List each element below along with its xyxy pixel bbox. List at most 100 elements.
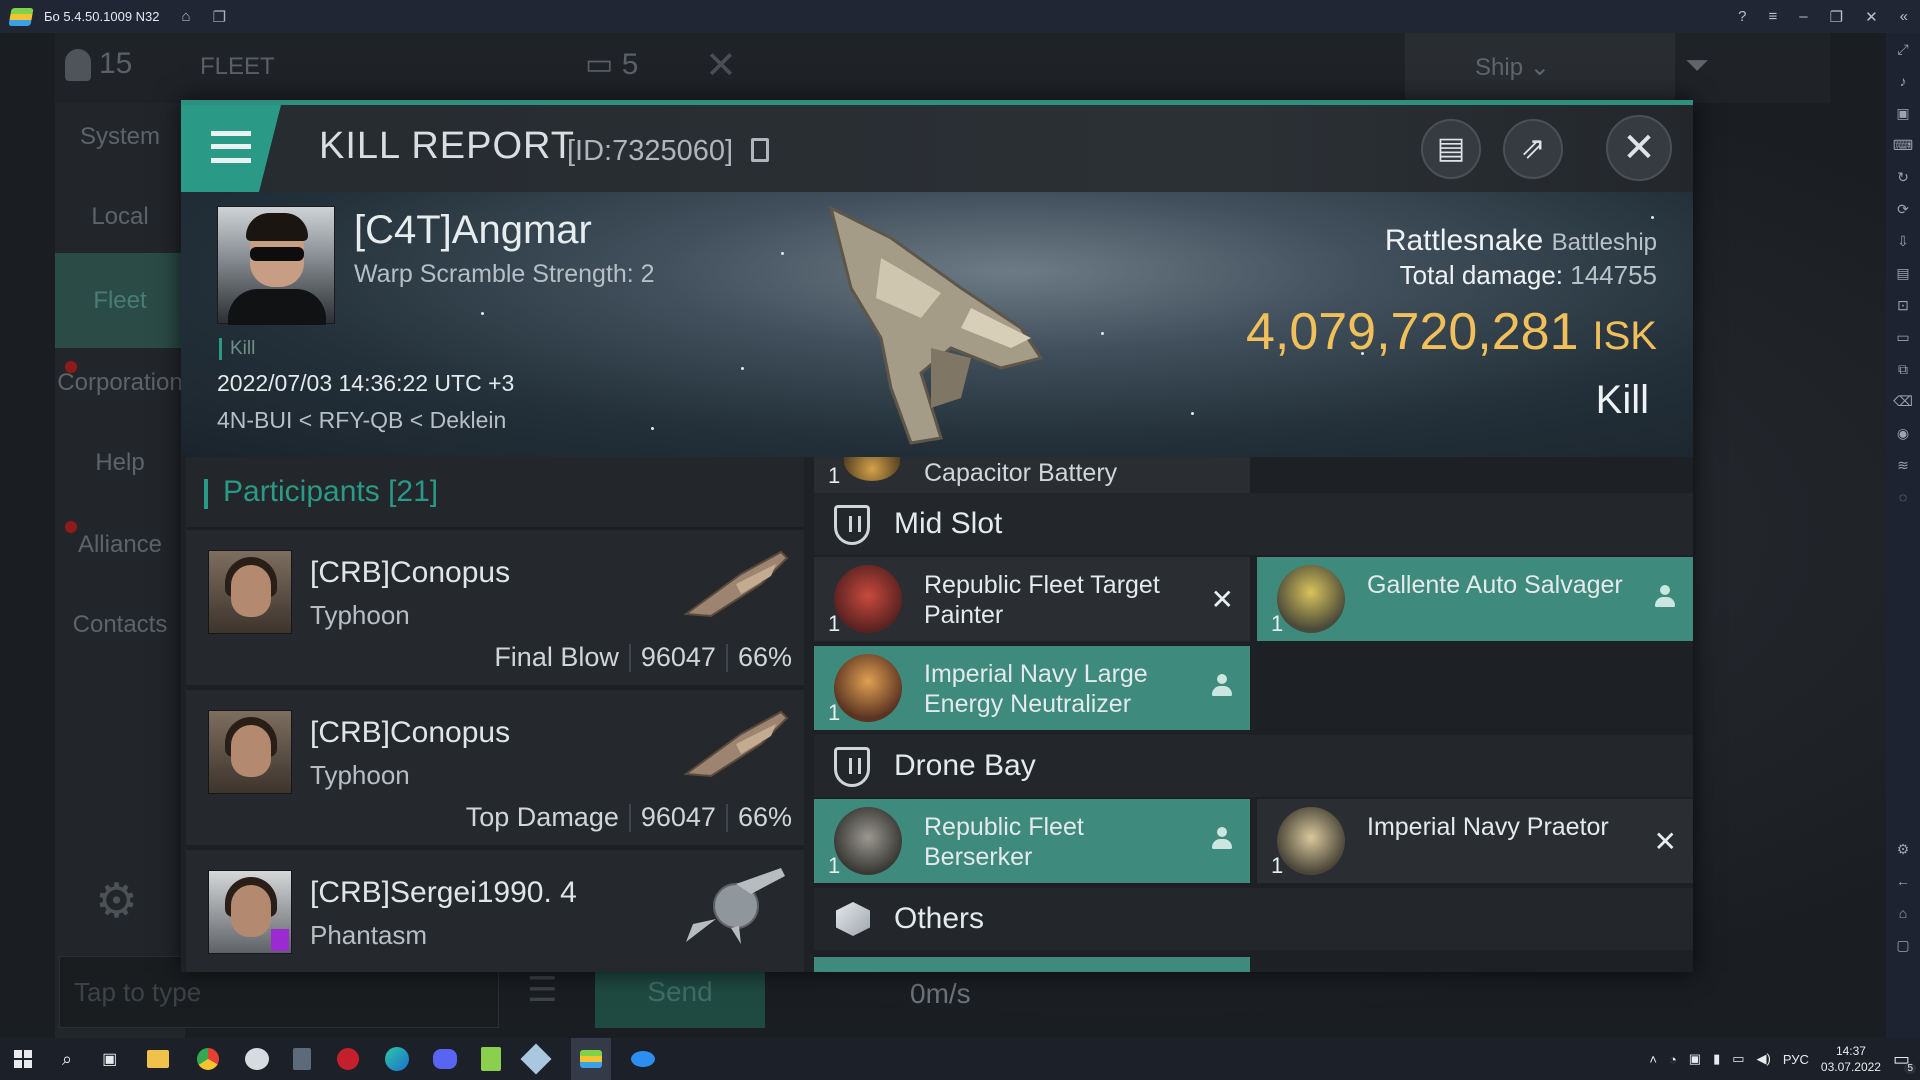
mid-slot-icon	[834, 505, 870, 545]
sync-icon[interactable]: ⟳	[1897, 193, 1909, 225]
keyboard-icon[interactable]: ⌨	[1893, 129, 1913, 161]
nav-help[interactable]: Help	[55, 449, 185, 477]
module-target-painter[interactable]: 1 Republic Fleet Target Painter ✕	[814, 557, 1250, 641]
auto-salvager-icon	[1277, 565, 1345, 633]
macro-icon[interactable]: ◌	[1899, 481, 1907, 513]
screenshot-icon[interactable]: ⊡	[1897, 289, 1909, 321]
nav-contacts[interactable]: Contacts	[55, 611, 185, 639]
red-app-icon[interactable]	[337, 1048, 360, 1070]
menu-button[interactable]	[181, 105, 281, 192]
home-icon[interactable]: ⌂	[182, 8, 191, 25]
collapse-sidebar-icon[interactable]: «	[1900, 8, 1908, 25]
star	[481, 312, 484, 315]
copy-icon[interactable]: ⧉	[1898, 353, 1908, 385]
module-name: Capacitor Battery	[924, 459, 1118, 487]
dropped-person-icon	[1212, 674, 1232, 698]
copy-id-icon[interactable]	[751, 138, 769, 162]
calculator-icon[interactable]	[293, 1048, 312, 1070]
clock[interactable]: 14:37 03.07.2022	[1821, 1043, 1881, 1075]
module-auto-salvager[interactable]: 1 Gallente Auto Salvager	[1257, 557, 1693, 641]
fleet-window-count[interactable]: ▭ 5	[585, 47, 638, 82]
record-icon[interactable]: ▣	[1896, 97, 1909, 129]
nav-corporation[interactable]: Corporation	[55, 369, 185, 397]
edge-icon[interactable]	[385, 1047, 410, 1071]
messenger-icon[interactable]	[631, 1051, 656, 1067]
victim-portrait[interactable]	[217, 206, 335, 325]
chat-settings-icon[interactable]: ⚙	[95, 873, 138, 929]
fleet-close-icon[interactable]: ✕	[705, 43, 737, 88]
participant-row[interactable]: [CRB]Conopus Typhoon Final Blow 96047 66%	[186, 527, 804, 685]
crystal-icon[interactable]	[520, 1043, 552, 1075]
search-icon[interactable]: ⌕	[62, 1049, 72, 1070]
network-icon[interactable]: ▭	[1732, 1051, 1744, 1067]
participant-row[interactable]: [CRB]Conopus Typhoon Top Damage 96047 66%	[186, 687, 804, 845]
module-berserker-drone[interactable]: 1 Republic Fleet Berserker	[814, 799, 1250, 883]
kill-timestamp: 2022/07/03 14:36:22 UTC +3	[217, 370, 515, 396]
rotate-icon[interactable]: ↻	[1897, 161, 1909, 193]
tray-device-icon[interactable]: ▣	[1689, 1051, 1701, 1067]
speaker-icon[interactable]: ◀)	[1757, 1051, 1771, 1067]
menu-icon[interactable]: ≡	[1769, 8, 1778, 25]
app-icon[interactable]	[245, 1048, 270, 1070]
notes-icon[interactable]	[481, 1047, 502, 1071]
kill-location[interactable]: 4N-BUI < RFY-QB < Deklein	[217, 407, 506, 434]
task-view-icon[interactable]: ▣	[102, 1049, 117, 1069]
report-document-button[interactable]: ▤	[1421, 119, 1481, 179]
others-item-peek[interactable]	[814, 957, 1250, 972]
fullscreen-icon[interactable]: ⤢	[1897, 33, 1908, 65]
victim-name[interactable]: [C4T]Angmar	[354, 208, 592, 253]
victim-ship[interactable]: Rattlesnake Battleship	[1385, 224, 1657, 258]
language-indicator[interactable]: РУС	[1783, 1052, 1809, 1067]
participant-stats: Top Damage 96047 66%	[466, 802, 792, 833]
nav-system[interactable]: System	[55, 123, 185, 151]
participant-row[interactable]: [CRB]Sergei1990. 4 Phantasm	[186, 847, 804, 972]
close-window-icon[interactable]: ✕	[1865, 8, 1878, 26]
eraser-icon[interactable]: ⌫	[1893, 385, 1913, 417]
ship-filter-dropdown[interactable]: Ship ⌄	[1405, 33, 1675, 103]
nav-fleet[interactable]: Fleet	[55, 253, 185, 348]
module-praetor-drone[interactable]: 1 Imperial Navy Praetor ✕	[1257, 799, 1693, 883]
participant-portrait[interactable]	[208, 870, 292, 954]
android-home-icon[interactable]: ⌂	[1899, 897, 1907, 929]
chrome-icon[interactable]	[197, 1048, 220, 1070]
multi-instance-icon[interactable]: ❐	[213, 8, 226, 26]
berserker-drone-icon	[834, 807, 902, 875]
tray-chevron-icon[interactable]: ˄	[1649, 1052, 1657, 1067]
participants-title: Participants [21]	[223, 475, 438, 509]
location-icon[interactable]: ◉	[1897, 417, 1909, 449]
windows-start-icon[interactable]	[14, 1050, 32, 1068]
close-button[interactable]: ✕	[1606, 115, 1672, 181]
nav-alliance[interactable]: Alliance	[55, 531, 185, 559]
praetor-drone-icon	[1277, 807, 1345, 875]
back-icon[interactable]: ←	[1896, 865, 1910, 897]
layers-icon[interactable]: ≋	[1897, 449, 1909, 481]
restore-icon[interactable]: ❐	[1830, 8, 1843, 26]
minimize-icon[interactable]: –	[1799, 8, 1807, 25]
bluestacks-taskbar-icon[interactable]	[571, 1038, 612, 1080]
filter-icon[interactable]: ⏷	[1685, 49, 1709, 83]
participant-portrait[interactable]	[208, 550, 292, 634]
settings-icon[interactable]: ⚙	[1897, 833, 1910, 865]
nav-local[interactable]: Local	[55, 203, 185, 231]
chat-menu-icon[interactable]: ☰	[527, 970, 557, 1010]
recents-icon[interactable]: ▢	[1896, 929, 1909, 961]
folder-icon[interactable]: ▭	[1896, 321, 1909, 353]
explorer-icon[interactable]	[147, 1050, 170, 1068]
fitting-panel[interactable]: 1 Capacitor Battery Mid Slot 1 Republic …	[814, 457, 1693, 972]
tray-app-icon[interactable]: ◔	[1669, 1052, 1677, 1067]
install-apk-icon[interactable]: ⇩	[1897, 225, 1909, 257]
portrait-face	[231, 725, 271, 777]
media-icon[interactable]: ▤	[1896, 257, 1909, 289]
module-energy-neutralizer[interactable]: 1 Imperial Navy Large Energy Neutralizer	[814, 646, 1250, 730]
module-capacitor-battery[interactable]: 1 Capacitor Battery	[814, 457, 1250, 493]
notifications-icon[interactable]: ▭ 5	[1893, 1049, 1916, 1074]
microphone-icon[interactable]: ▮	[1713, 1051, 1720, 1067]
rattlesnake-ship-image[interactable]	[821, 198, 1051, 448]
share-button[interactable]: ⇗	[1503, 119, 1563, 179]
help-icon[interactable]: ?	[1738, 8, 1746, 25]
discord-icon[interactable]	[433, 1049, 458, 1069]
drone-bay-icon	[834, 747, 870, 787]
participants-panel[interactable]: Participants [21] [CRB]Conopus Typhoon F…	[186, 457, 804, 972]
volume-icon[interactable]: ♪	[1900, 65, 1907, 97]
participant-portrait[interactable]	[208, 710, 292, 794]
